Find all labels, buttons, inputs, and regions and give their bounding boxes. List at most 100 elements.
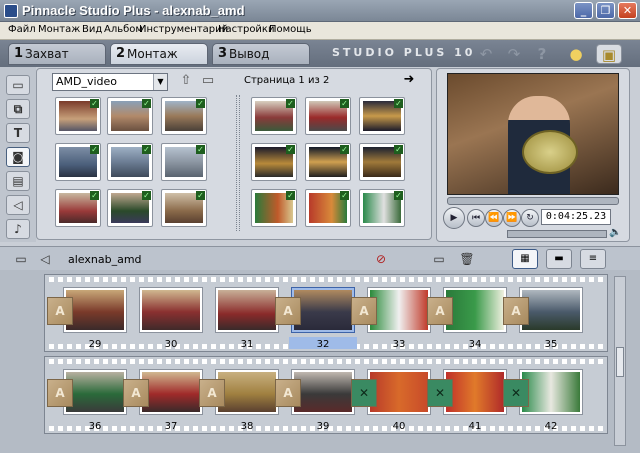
- preview-scrubber[interactable]: [447, 197, 619, 205]
- album-folder-dropdown[interactable]: AMD_video ▼: [52, 73, 168, 91]
- album-thumbnail[interactable]: ✓: [251, 143, 297, 181]
- scrollbar-thumb[interactable]: [616, 347, 624, 377]
- album-thumbnail[interactable]: ✓: [251, 189, 297, 227]
- check-icon: ✓: [340, 99, 349, 108]
- check-icon: ✓: [286, 145, 295, 154]
- transition-icon[interactable]: A: [275, 297, 301, 325]
- help-icon[interactable]: ?: [532, 44, 552, 64]
- window-title: Pinnacle Studio Plus - alexnab_amd: [22, 3, 245, 18]
- check-icon: ✓: [142, 145, 151, 154]
- cross-transition-icon[interactable]: ✕: [427, 379, 453, 407]
- album-thumbnail[interactable]: ✓: [107, 143, 153, 181]
- redo-icon[interactable]: ↷: [504, 44, 524, 64]
- tab-capture[interactable]: 1 Захват: [8, 43, 106, 65]
- tab-make-movie[interactable]: 3 Вывод фильма: [212, 43, 310, 81]
- menus-tab-icon[interactable]: ▤: [6, 171, 30, 191]
- transition-icon[interactable]: A: [199, 379, 225, 407]
- loop-icon[interactable]: ↻: [521, 209, 539, 227]
- cross-transition-icon[interactable]: ✕: [503, 379, 529, 407]
- album-thumbnail[interactable]: ✓: [107, 189, 153, 227]
- rewind-icon[interactable]: ⏪: [485, 209, 503, 227]
- album-thumbnail[interactable]: ✓: [359, 189, 405, 227]
- album-thumbnail[interactable]: ✓: [55, 143, 101, 181]
- go-to-start-icon[interactable]: ⏮: [467, 209, 485, 227]
- sound-effects-tab-icon[interactable]: ◁: [6, 195, 30, 215]
- album-section-tabs: ▭ ⧉ T ◙ ▤ ◁ ♪: [0, 67, 36, 242]
- album-thumbnail[interactable]: ✓: [305, 97, 351, 135]
- premium-icon[interactable]: ▣: [596, 44, 622, 64]
- clip-number: 39: [316, 421, 330, 432]
- next-page-arrow-icon[interactable]: ➜: [401, 72, 417, 88]
- tab-label: Захват: [25, 47, 69, 61]
- cross-transition-icon[interactable]: ✕: [351, 379, 377, 407]
- folder-icon[interactable]: ▭: [199, 73, 217, 89]
- check-icon: ✓: [286, 191, 295, 200]
- album-thumbnail[interactable]: ✓: [107, 97, 153, 135]
- menu-bar: Файл Монтаж Вид Альбом Инструментарий На…: [0, 22, 640, 40]
- album-thumbnail[interactable]: ✓: [161, 189, 207, 227]
- lightbulb-icon[interactable]: ●: [566, 44, 586, 64]
- transition-icon[interactable]: A: [351, 297, 377, 325]
- photos-tab-icon[interactable]: ◙: [6, 147, 30, 167]
- clip-number: 40: [392, 421, 406, 432]
- split-clip-icon[interactable]: ▭: [430, 250, 448, 268]
- transition-icon[interactable]: A: [503, 297, 529, 325]
- minimize-button[interactable]: _: [574, 2, 593, 19]
- album-thumbnail[interactable]: ✓: [161, 97, 207, 135]
- album-thumbnail[interactable]: ✓: [251, 97, 297, 135]
- close-button[interactable]: ✕: [618, 2, 637, 19]
- clip-number: 33: [392, 339, 406, 350]
- volume-slider[interactable]: [507, 230, 607, 238]
- clip-number: 30: [164, 339, 178, 350]
- menu-album[interactable]: Альбом: [104, 24, 143, 35]
- storyboard-area: A A A A A 29 30 31 32 33 34 35 A A A A ✕…: [0, 270, 640, 453]
- no-audio-icon[interactable]: ⊘: [372, 250, 390, 268]
- storyboard-scrollbar[interactable]: [614, 276, 626, 446]
- text-view-button[interactable]: ≡: [580, 249, 606, 269]
- play-button[interactable]: ▶: [443, 207, 465, 229]
- album-thumbnail[interactable]: ✓: [359, 97, 405, 135]
- film-perforation: [49, 359, 603, 364]
- speaker-icon[interactable]: 🔈: [609, 227, 621, 238]
- album-thumbnail[interactable]: ✓: [359, 143, 405, 181]
- timeline-view-button[interactable]: ▬: [546, 249, 572, 269]
- undo-icon[interactable]: ↶: [476, 44, 496, 64]
- check-icon: ✓: [394, 99, 403, 108]
- tab-edit[interactable]: 2 Монтаж: [110, 43, 208, 65]
- transition-icon[interactable]: A: [275, 379, 301, 407]
- video-tab-icon[interactable]: ▭: [6, 75, 30, 95]
- maximize-button[interactable]: ❐: [596, 2, 615, 19]
- audio-icon[interactable]: ◁: [36, 250, 54, 268]
- titles-tab-icon[interactable]: T: [6, 123, 30, 143]
- menu-view[interactable]: Вид: [82, 24, 102, 35]
- storyboard-clip[interactable]: [139, 287, 203, 333]
- transition-icon[interactable]: A: [47, 379, 73, 407]
- music-tab-icon[interactable]: ♪: [6, 219, 30, 239]
- transition-icon[interactable]: A: [47, 297, 73, 325]
- album-thumbnail[interactable]: ✓: [305, 189, 351, 227]
- album-page-label: Страница 1 из 2: [244, 75, 330, 86]
- transition-icon[interactable]: A: [123, 379, 149, 407]
- album-thumbnail[interactable]: ✓: [55, 97, 101, 135]
- menu-toolbox[interactable]: Инструментарий: [139, 24, 228, 35]
- folder-up-icon[interactable]: ⇧: [177, 73, 195, 89]
- transitions-tab-icon[interactable]: ⧉: [6, 99, 30, 119]
- timecode-display[interactable]: 0:04:25.23: [541, 209, 611, 225]
- album-thumbnail[interactable]: ✓: [305, 143, 351, 181]
- trash-icon[interactable]: 🗑: [458, 250, 476, 268]
- storyboard-view-button[interactable]: ▦: [512, 249, 538, 269]
- menu-edit[interactable]: Монтаж: [38, 24, 80, 35]
- album-thumbnail[interactable]: ✓: [161, 143, 207, 181]
- clip-number: 38: [240, 421, 254, 432]
- album-thumbnail[interactable]: ✓: [55, 189, 101, 227]
- menu-settings[interactable]: Настройки: [218, 24, 274, 35]
- app-icon[interactable]: [4, 4, 18, 18]
- menu-help[interactable]: Помощь: [269, 24, 312, 35]
- menu-file[interactable]: Файл: [8, 24, 36, 35]
- fast-forward-icon[interactable]: ⏩: [503, 209, 521, 227]
- transition-icon[interactable]: A: [427, 297, 453, 325]
- clip-number: 32: [316, 339, 330, 350]
- check-icon: ✓: [394, 191, 403, 200]
- storyboard-clip[interactable]: [215, 287, 279, 333]
- camcorder-icon[interactable]: ▭: [12, 250, 30, 268]
